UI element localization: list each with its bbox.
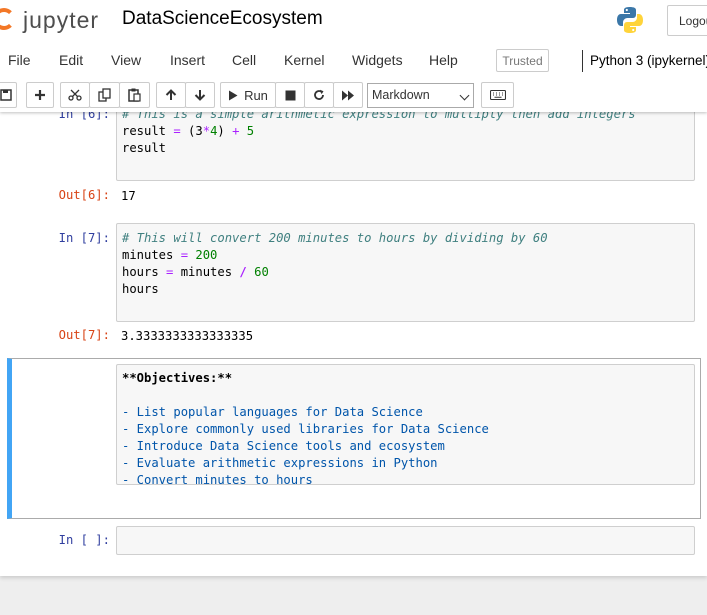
cell-6-comment: # This is a simple arithmetic expression…	[122, 112, 636, 121]
markdown-list-item: - List popular languages for Data Scienc…	[122, 405, 423, 419]
run-label: Run	[244, 87, 268, 103]
cell-7-prompt: In [7]:	[58, 231, 110, 245]
toolbar: Run Markdown	[0, 82, 707, 110]
menu-cell[interactable]: Cell	[232, 52, 256, 68]
cell-7-output: 3.3333333333333335	[121, 329, 254, 343]
jupyter-logo-text: jupyter	[23, 7, 100, 33]
fast-forward-icon	[342, 90, 354, 100]
cell-type-value: Markdown	[372, 88, 430, 102]
arrow-down-icon	[194, 90, 206, 101]
markdown-list-item: - Convert minutes to hours	[122, 473, 313, 487]
restart-icon	[314, 89, 324, 100]
cell-6-out-prompt: Out[6]:	[58, 188, 110, 202]
markdown-list-item: - Explore commonly used libraries for Da…	[122, 422, 489, 436]
cut-button[interactable]	[60, 82, 90, 108]
notebook-header: jupyter DataScienceEcosystem Logout File…	[0, 0, 707, 112]
menu-help[interactable]: Help	[429, 52, 458, 68]
markdown-cell-input[interactable]: **Objectives:** - List popular languages…	[116, 364, 695, 487]
logout-button[interactable]: Logout	[667, 5, 707, 36]
paste-button[interactable]	[119, 82, 150, 108]
plus-icon	[35, 90, 45, 100]
paste-icon	[128, 88, 141, 102]
move-down-button[interactable]	[185, 82, 215, 108]
cell-6-output: 17	[121, 189, 136, 203]
jupyter-logo-icon	[0, 8, 15, 30]
menu-file[interactable]: File	[8, 52, 31, 68]
run-icon	[229, 90, 238, 100]
interrupt-button[interactable]	[275, 82, 305, 108]
cell-7-line-3: hours = minutes / 60	[122, 265, 269, 279]
menu-insert[interactable]: Insert	[170, 52, 205, 68]
copy-button[interactable]	[89, 82, 120, 108]
menu-widgets[interactable]: Widgets	[352, 52, 403, 68]
menu-edit[interactable]: Edit	[59, 52, 83, 68]
cell-7-line-4: hours	[122, 282, 159, 296]
insert-cell-button[interactable]	[26, 82, 54, 108]
notebook-container: In [6]: # This is a simple arithmetic ex…	[0, 112, 707, 576]
logo-row: jupyter DataScienceEcosystem Logout	[0, 0, 707, 40]
empty-cell-prompt: In [ ]:	[58, 533, 110, 547]
cell-7-comment: # This will convert 200 minutes to hours…	[122, 231, 548, 245]
save-icon	[0, 89, 12, 101]
command-palette-button[interactable]	[481, 82, 514, 108]
kernel-divider	[582, 50, 583, 72]
chevron-down-icon	[459, 90, 470, 101]
cell-7-input[interactable]: # This will convert 200 minutes to hours…	[116, 223, 695, 322]
keyboard-icon	[489, 90, 506, 100]
menu-kernel[interactable]: Kernel	[284, 52, 324, 68]
save-button[interactable]	[0, 82, 17, 108]
jupyter-logo[interactable]: jupyter	[0, 4, 110, 36]
restart-button[interactable]	[304, 82, 334, 108]
cut-icon	[68, 89, 82, 101]
trusted-indicator[interactable]: Trusted	[496, 49, 549, 72]
empty-cell-input[interactable]	[116, 526, 695, 555]
menu-view[interactable]: View	[111, 52, 141, 68]
cell-type-select[interactable]: Markdown	[367, 83, 474, 108]
notebook-title[interactable]: DataScienceEcosystem	[122, 8, 323, 30]
markdown-list-item: - Evaluate arithmetic expressions in Pyt…	[122, 456, 438, 470]
kernel-name[interactable]: Python 3 (ipykernel)	[590, 53, 707, 68]
copy-icon	[97, 88, 111, 102]
cell-6-line-2: result = (3*4) + 5	[122, 124, 255, 138]
arrow-up-icon	[165, 89, 177, 100]
cell-7-line-2: minutes = 200	[122, 248, 218, 262]
markdown-heading: **Objectives:**	[122, 371, 233, 385]
python-logo-icon	[616, 6, 644, 34]
cell-6-line-3: result	[122, 141, 167, 155]
stop-icon	[285, 90, 295, 100]
markdown-list-item: - Introduce Data Science tools and ecosy…	[122, 439, 445, 453]
cell-6-prompt: In [6]:	[58, 112, 110, 121]
cell-6-input[interactable]: # This is a simple arithmetic expression…	[116, 112, 695, 181]
move-up-button[interactable]	[156, 82, 186, 108]
run-button[interactable]: Run	[220, 82, 276, 108]
cell-7-out-prompt: Out[7]:	[58, 328, 110, 342]
restart-run-all-button[interactable]	[333, 82, 363, 108]
